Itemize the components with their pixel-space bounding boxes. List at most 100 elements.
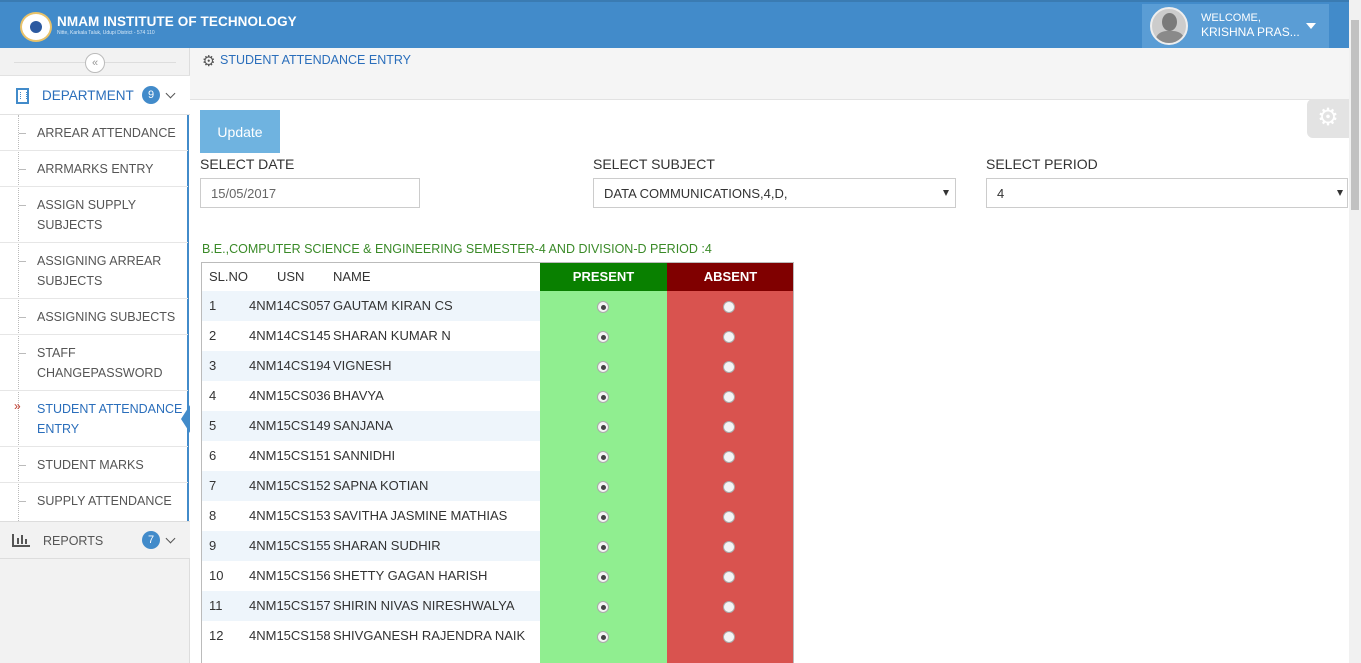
- table-row: 1 4NM14CS057 GAUTAM KIRAN CS: [202, 291, 540, 321]
- subject-label: SELECT SUBJECT: [593, 156, 715, 172]
- row-slno: 10: [209, 568, 224, 583]
- absent-radio[interactable]: [723, 421, 735, 433]
- row-name: SANJANA: [333, 418, 393, 433]
- sidebar-item-arrmarks-entry[interactable]: ARRMARKS ENTRY: [0, 151, 188, 187]
- present-radio[interactable]: [597, 571, 609, 583]
- row-name: BHAVYA: [333, 388, 384, 403]
- present-radio[interactable]: [597, 631, 609, 643]
- class-caption: B.E.,COMPUTER SCIENCE & ENGINEERING SEME…: [202, 242, 712, 256]
- table-header: SL.NO USN NAME PRESENT ABSENT: [202, 262, 793, 292]
- absent-radio[interactable]: [723, 541, 735, 553]
- absent-radio[interactable]: [723, 601, 735, 613]
- table-row: 11 4NM15CS157 SHIRIN NIVAS NIRESHWALYA: [202, 591, 540, 621]
- sidebar-item-department[interactable]: DEPARTMENT 9: [0, 75, 190, 115]
- row-name: SHETTY GAGAN HARISH: [333, 568, 488, 583]
- page-scrollbar[interactable]: [1349, 0, 1361, 663]
- sidebar-item-student-marks[interactable]: STUDENT MARKS: [0, 447, 188, 483]
- present-radio[interactable]: [597, 481, 609, 493]
- table-row: 2 4NM14CS145 SHARAN KUMAR N: [202, 321, 540, 351]
- absent-radio[interactable]: [723, 451, 735, 463]
- double-chevron-right-icon: »: [14, 399, 21, 413]
- count-badge: 7: [142, 531, 160, 549]
- present-radio[interactable]: [597, 361, 609, 373]
- table-row: 9 4NM15CS155 SHARAN SUDHIR: [202, 531, 540, 561]
- row-usn: 4NM15CS036: [249, 388, 331, 403]
- present-radio[interactable]: [597, 331, 609, 343]
- header-slno: SL.NO: [209, 269, 249, 284]
- sidebar-item-arrear-attendance[interactable]: ARREAR ATTENDANCE: [0, 115, 188, 151]
- institute-address: Nitte, Karkala Taluk, Udupi District - 5…: [57, 30, 155, 36]
- update-button[interactable]: Update: [200, 110, 280, 153]
- absent-radio[interactable]: [723, 391, 735, 403]
- sidebar-item-label: ASSIGNING SUBJECTS: [37, 310, 176, 324]
- table-row: 8 4NM15CS153 SAVITHA JASMINE MATHIAS: [202, 501, 540, 531]
- row-usn: 4NM15CS149: [249, 418, 331, 433]
- building-icon: [16, 88, 29, 104]
- period-selected-value: 4: [997, 186, 1005, 201]
- period-select[interactable]: 4: [986, 178, 1348, 208]
- sidebar-item-label: DEPARTMENT: [42, 88, 134, 103]
- sidebar-item-label: STUDENT MARKS: [37, 458, 144, 472]
- absent-radio[interactable]: [723, 331, 735, 343]
- row-slno: 11: [209, 598, 223, 613]
- absent-radio[interactable]: [723, 571, 735, 583]
- row-usn: 4NM15CS153: [249, 508, 331, 523]
- row-name: SHARAN KUMAR N: [333, 328, 451, 343]
- caret-down-icon: [943, 190, 949, 196]
- department-submenu: ARREAR ATTENDANCE ARRMARKS ENTRY ASSIGN …: [0, 115, 190, 521]
- present-radio[interactable]: [597, 391, 609, 403]
- settings-gear-icon[interactable]: ⚙: [1307, 99, 1349, 138]
- present-radio[interactable]: [597, 301, 609, 313]
- absent-radio[interactable]: [723, 481, 735, 493]
- table-row: 12 4NM15CS158 SHIVGANESH RAJENDRA NAIK: [202, 621, 540, 651]
- absent-radio[interactable]: [723, 361, 735, 373]
- row-slno: 4: [209, 388, 217, 403]
- sidebar-item-label: STAFF CHANGEPASSWORD: [37, 346, 163, 380]
- user-name: KRISHNA PRAS...: [1201, 25, 1300, 39]
- avatar: [1150, 7, 1188, 45]
- row-slno: 3: [209, 358, 217, 373]
- header-usn: USN: [277, 269, 305, 284]
- sidebar-item-assign-supply-subjects[interactable]: ASSIGN SUPPLY SUBJECTS: [0, 187, 188, 243]
- absent-radio[interactable]: [723, 301, 735, 313]
- double-chevron-left-icon[interactable]: «: [85, 53, 105, 73]
- row-usn: 4NM15CS157: [249, 598, 331, 613]
- present-radio[interactable]: [597, 451, 609, 463]
- sidebar-item-supply-attendance[interactable]: SUPPLY ATTENDANCE: [0, 483, 188, 521]
- header-present: PRESENT: [540, 263, 667, 292]
- table-row: 10 4NM15CS156 SHETTY GAGAN HARISH: [202, 561, 540, 591]
- present-radio[interactable]: [597, 601, 609, 613]
- sidebar-item-label: ARREAR ATTENDANCE: [37, 126, 176, 140]
- row-slno: 2: [209, 328, 217, 343]
- breadcrumb: ⚙ STUDENT ATTENDANCE ENTRY: [190, 48, 1349, 100]
- sidebar-item-assigning-arrear-subjects[interactable]: ASSIGNING ARREAR SUBJECTS: [0, 243, 188, 299]
- subject-select[interactable]: DATA COMMUNICATIONS,4,D,: [593, 178, 956, 208]
- sidebar-item-label: ASSIGNING ARREAR SUBJECTS: [37, 254, 162, 288]
- table-row: 4 4NM15CS036 BHAVYA: [202, 381, 540, 411]
- sidebar-item-student-attendance-entry[interactable]: » STUDENT ATTENDANCE ENTRY: [0, 391, 188, 447]
- table-row: 3 4NM14CS194 VIGNESH: [202, 351, 540, 381]
- date-label: SELECT DATE: [200, 156, 295, 172]
- table-row: 5 4NM15CS149 SANJANA: [202, 411, 540, 441]
- row-name: SHIVGANESH RAJENDRA NAIK: [333, 628, 526, 643]
- present-radio[interactable]: [597, 511, 609, 523]
- sidebar-item-staff-changepassword[interactable]: STAFF CHANGEPASSWORD: [0, 335, 188, 391]
- present-radio[interactable]: [597, 421, 609, 433]
- user-menu[interactable]: WELCOME, KRISHNA PRAS...: [1142, 4, 1329, 48]
- row-usn: 4NM14CS057: [249, 298, 331, 313]
- sidebar-item-assigning-subjects[interactable]: ASSIGNING SUBJECTS: [0, 299, 188, 335]
- count-badge: 9: [142, 86, 160, 104]
- present-radio[interactable]: [597, 541, 609, 553]
- caret-down-icon[interactable]: [1306, 23, 1316, 29]
- sidebar-item-reports[interactable]: REPORTS 7: [0, 521, 190, 559]
- absent-radio[interactable]: [723, 631, 735, 643]
- sidebar-item-label: REPORTS: [43, 534, 104, 548]
- scrollbar-thumb[interactable]: [1351, 20, 1359, 210]
- absent-radio[interactable]: [723, 511, 735, 523]
- subject-selected-value: DATA COMMUNICATIONS,4,D,: [604, 186, 788, 201]
- institute-name: NMAM INSTITUTE OF TECHNOLOGY: [57, 14, 297, 29]
- sidebar-item-label: STUDENT ATTENDANCE ENTRY: [37, 402, 183, 436]
- row-slno: 12: [209, 628, 224, 643]
- chevron-down-icon: [165, 533, 176, 544]
- date-input[interactable]: 15/05/2017: [200, 178, 420, 208]
